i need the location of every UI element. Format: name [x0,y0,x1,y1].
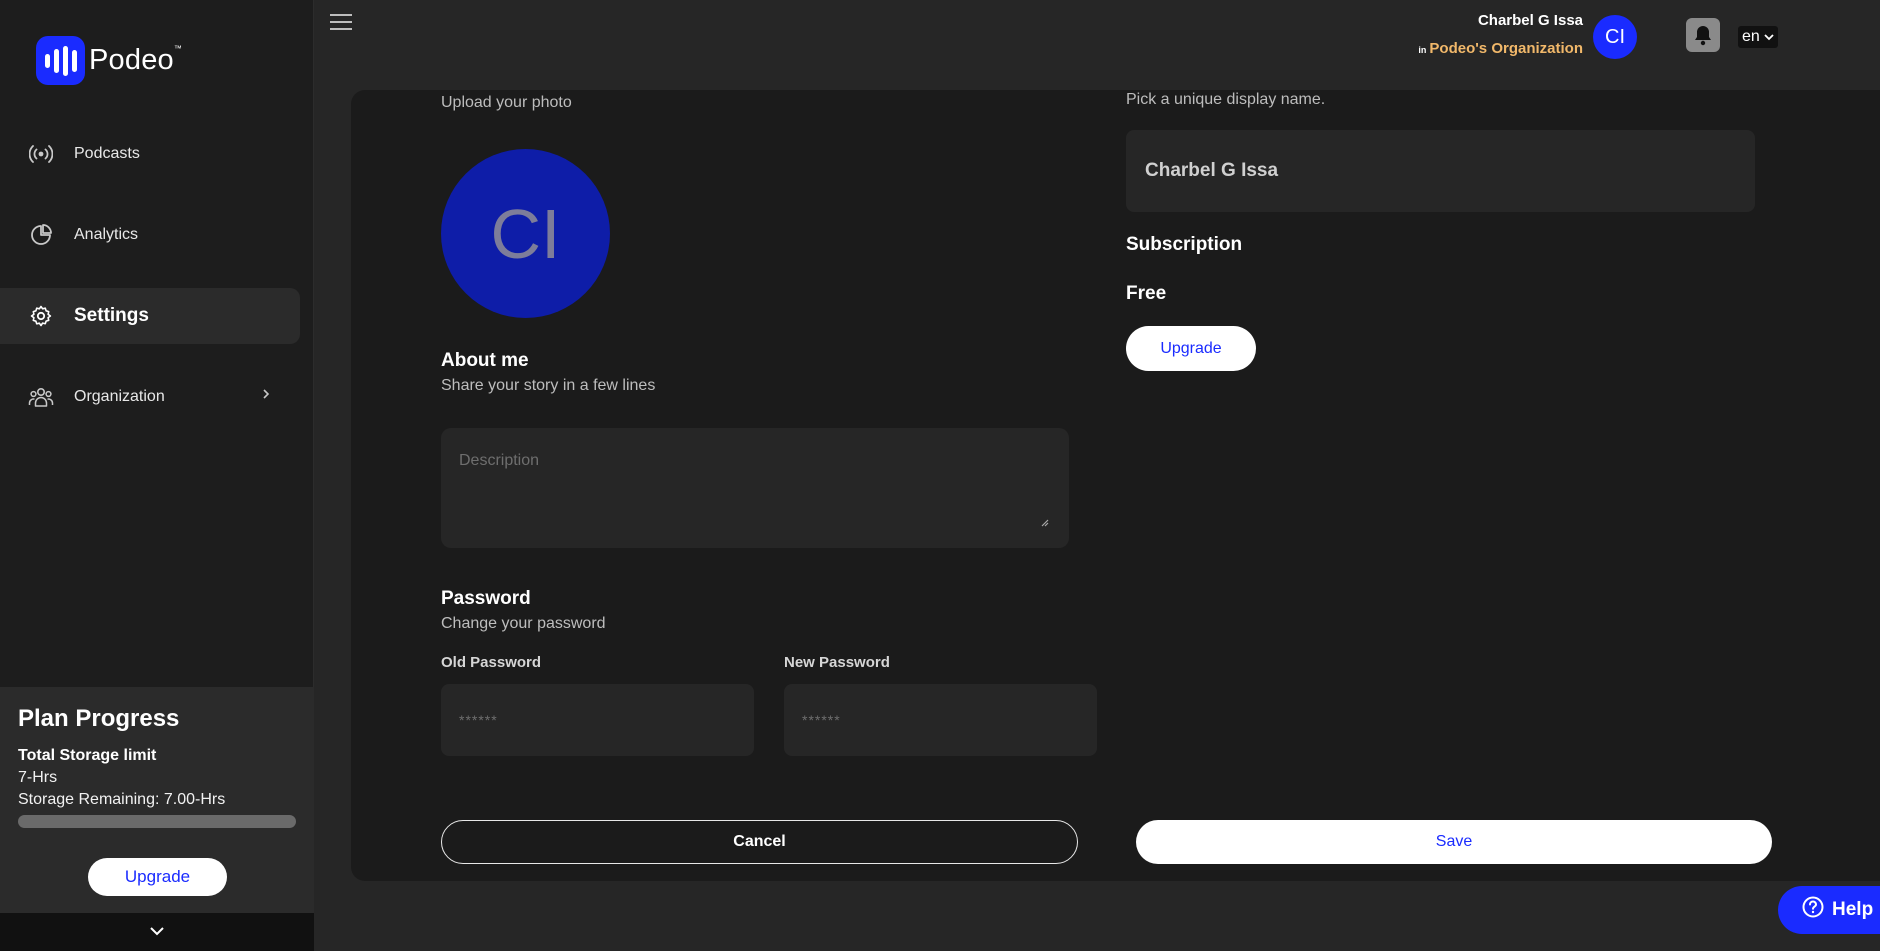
sidebar-item-settings[interactable]: Settings [0,288,300,344]
storage-limit-value: 7-Hrs [18,769,58,786]
language-select[interactable]: en [1738,26,1778,48]
sidebar-item-organization[interactable]: Organization [0,369,300,425]
gear-icon [28,303,54,329]
notification-bell-icon[interactable] [1686,18,1720,52]
menu-icon[interactable] [330,14,352,30]
display-name-label: Pick a unique display name. [1126,91,1326,108]
sidebar-nav: Podcasts Analytics Settings Organization [0,126,314,450]
profile-photo-avatar[interactable]: CI [441,149,610,318]
save-button[interactable]: Save [1136,820,1772,864]
avatar[interactable]: CI [1593,15,1637,59]
user-organization: in Podeo's Organization [1418,40,1583,57]
sidebar-item-label: Analytics [74,226,139,243]
description-textarea[interactable] [441,428,1069,548]
logo-mark-icon [36,36,85,85]
app-root: Podeo™ Podcasts Analytics Settings Organ… [0,0,1880,951]
sidebar-item-analytics[interactable]: Analytics [0,207,300,263]
logo-text: Podeo™ [89,44,183,76]
subscription-title: Subscription [1126,234,1243,255]
language-value: en [1742,28,1760,45]
pie-chart-icon [28,222,54,248]
broadcast-icon [28,141,54,167]
about-me-subtitle: Share your story in a few lines [441,377,656,394]
old-password-label: Old Password [441,654,542,671]
help-button[interactable]: Help [1778,886,1880,934]
sidebar-item-label: Settings [74,305,149,326]
podeo-logo[interactable]: Podeo™ [36,36,182,85]
help-label: Help [1832,899,1874,920]
subscription-plan: Free [1126,283,1167,304]
profile-settings-card: Upload your photo CI About me Share your… [351,90,1880,881]
people-icon [28,384,54,410]
new-password-field[interactable] [784,684,1097,756]
password-title: Password [441,588,531,609]
question-circle-icon [1802,896,1824,924]
resize-handle-icon[interactable] [1039,514,1049,527]
chevron-down-icon [1764,28,1774,46]
about-me-title: About me [441,350,529,371]
upload-photo-label: Upload your photo [441,94,572,111]
chevron-right-icon [262,387,270,405]
sidebar-item-label: Podcasts [74,145,140,162]
plan-progress-panel: Plan Progress Total Storage limit 7-Hrs … [0,687,314,913]
storage-limit-label: Total Storage limit [18,747,157,764]
password-subtitle: Change your password [441,615,606,632]
plan-title: Plan Progress [18,705,180,732]
storage-remaining: Storage Remaining: 7.00-Hrs [18,791,226,808]
new-password-label: New Password [784,654,890,671]
subscription-upgrade-button[interactable]: Upgrade [1126,326,1256,371]
plan-upgrade-button[interactable]: Upgrade [88,858,227,896]
cancel-button[interactable]: Cancel [441,820,1078,864]
user-name: Charbel G Issa [1477,12,1583,29]
display-name-field[interactable] [1126,130,1755,212]
storage-progress-bar [18,815,296,828]
sidebar-item-label: Organization [74,388,165,405]
sidebar-collapse-toggle[interactable] [0,913,314,951]
old-password-field[interactable] [441,684,754,756]
sidebar-item-podcasts[interactable]: Podcasts [0,126,300,182]
sidebar: Podeo™ Podcasts Analytics Settings Organ… [0,0,314,951]
user-info[interactable]: Charbel G Issa in Podeo's Organization [1418,12,1583,57]
chevron-down-icon [149,923,165,941]
